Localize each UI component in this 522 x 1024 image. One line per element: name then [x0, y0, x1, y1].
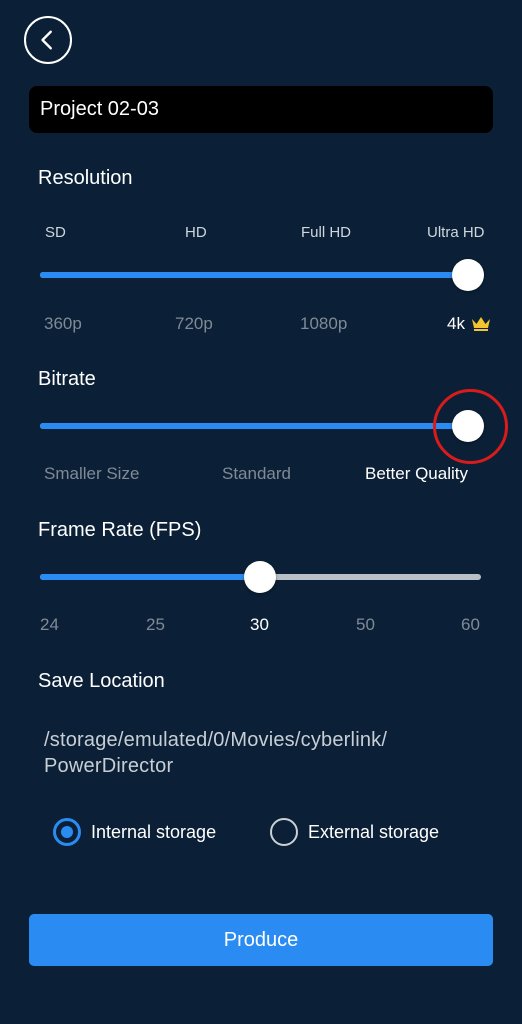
radio-unselected-icon — [270, 818, 298, 846]
chevron-left-icon — [41, 30, 52, 50]
bitrate-slider-fill — [40, 423, 468, 429]
fps-option-25: 25 — [146, 615, 165, 634]
bitrate-slider[interactable] — [40, 406, 484, 446]
fps-option-30: 30 — [250, 615, 269, 634]
resolution-slider[interactable] — [40, 255, 484, 295]
resolution-slider-fill — [40, 272, 468, 278]
resolution-quality-ultra-hd: Ultra HD — [427, 224, 485, 241]
resolution-value-360p: 360p — [44, 314, 82, 333]
crown-icon — [471, 317, 490, 331]
frame-rate-slider-fill — [40, 574, 260, 580]
frame-rate-slider-thumb[interactable] — [244, 561, 276, 593]
highlight-circle — [433, 389, 508, 464]
internal-storage-radio[interactable]: Internal storage — [53, 817, 216, 847]
fps-option-60: 60 — [461, 615, 480, 634]
external-storage-label: External storage — [308, 821, 440, 842]
internal-storage-label: Internal storage — [91, 821, 217, 842]
fps-option-24: 24 — [40, 615, 59, 634]
save-location-label: Save Location — [38, 670, 165, 692]
bitrate-option-standard: Standard — [222, 464, 291, 483]
resolution-slider-thumb[interactable] — [452, 259, 484, 291]
back-button[interactable] — [24, 16, 72, 64]
external-storage-radio[interactable]: External storage — [270, 817, 439, 847]
resolution-quality-hd: HD — [185, 224, 207, 241]
radio-selected-icon — [53, 818, 81, 846]
resolution-label: Resolution — [38, 167, 133, 189]
bitrate-option-better-quality: Better Quality — [365, 464, 468, 483]
produce-button[interactable]: Produce — [29, 914, 493, 966]
resolution-quality-sd: SD — [45, 224, 66, 241]
save-path-text: /storage/emulated/0/Movies/cyberlink/ Po… — [44, 729, 388, 777]
project-title-input[interactable] — [29, 86, 493, 133]
resolution-value-720p: 720p — [175, 314, 213, 333]
bitrate-option-smaller-size: Smaller Size — [44, 464, 140, 483]
resolution-value-4k: 4k — [447, 314, 491, 334]
frame-rate-label: Frame Rate (FPS) — [38, 519, 202, 541]
frame-rate-slider[interactable] — [40, 557, 481, 597]
bitrate-label: Bitrate — [38, 368, 96, 390]
produce-settings-screen: Resolution SD HD Full HD Ultra HD 360p 7… — [0, 0, 522, 1024]
resolution-quality-full-hd: Full HD — [301, 224, 352, 241]
fps-option-50: 50 — [356, 615, 375, 634]
resolution-value-4k-text: 4k — [447, 314, 465, 333]
resolution-value-1080p: 1080p — [300, 314, 348, 333]
